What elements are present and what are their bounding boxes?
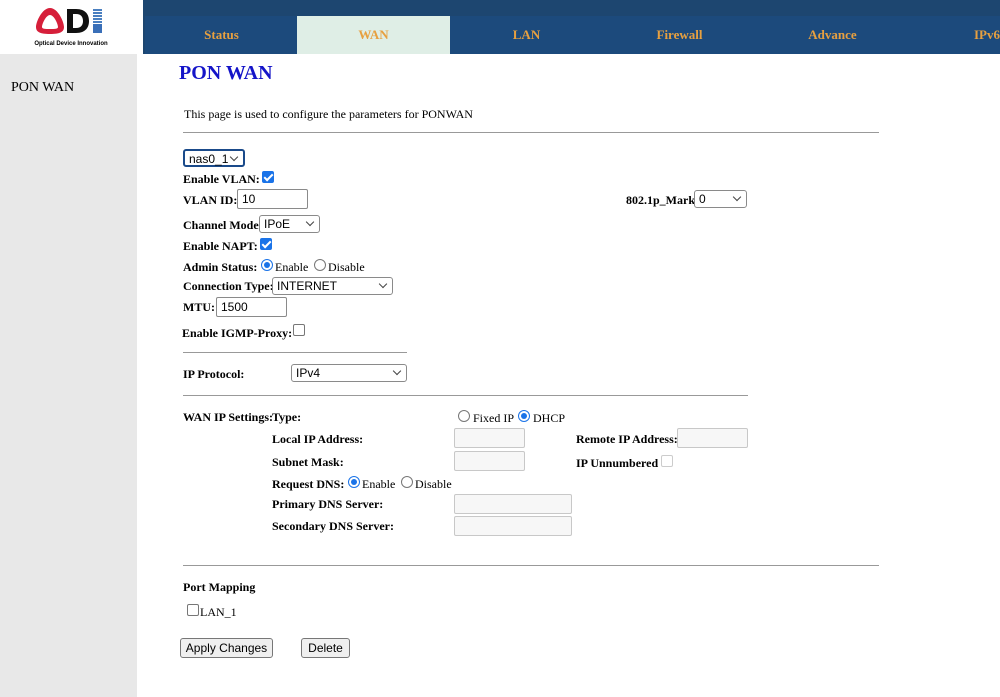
tab-advance[interactable]: Advance xyxy=(756,16,909,54)
tab-label: LAN xyxy=(512,27,541,42)
igmp-checkbox[interactable] xyxy=(293,324,305,336)
tab-label: Advance xyxy=(808,27,857,42)
delete-button[interactable]: Delete xyxy=(301,638,350,658)
divider xyxy=(183,132,879,133)
dhcp-label: DHCP xyxy=(533,411,566,425)
dns-enable-radio[interactable] xyxy=(348,476,360,488)
top-nav: Status WAN LAN Firewall Advance IPv6 xyxy=(143,0,1000,54)
vlan-id-label: VLAN ID: xyxy=(183,193,238,207)
admin-disable-label: Disable xyxy=(328,260,365,274)
lan1-label: LAN_1 xyxy=(200,605,237,619)
remote-ip-input[interactable] xyxy=(677,428,748,448)
odi-logo-icon: Optical Device Innovation xyxy=(34,8,108,47)
fixed-ip-label: Fixed IP xyxy=(473,411,515,425)
enable-napt-checkbox[interactable] xyxy=(260,238,272,250)
primary-dns-label: Primary DNS Server: xyxy=(272,497,384,511)
connection-type-select[interactable]: INTERNET xyxy=(272,277,393,295)
admin-enable-radio[interactable] xyxy=(261,259,273,271)
primary-dns-input[interactable] xyxy=(454,494,572,514)
local-ip-input[interactable] xyxy=(454,428,525,448)
sidebar: PON WAN xyxy=(0,54,137,697)
tab-status[interactable]: Status xyxy=(145,16,298,54)
subnet-mask-label: Subnet Mask: xyxy=(272,455,344,469)
fixed-ip-radio[interactable] xyxy=(458,410,470,422)
divider xyxy=(183,395,748,396)
lan1-checkbox[interactable] xyxy=(187,604,199,616)
divider xyxy=(183,352,407,353)
tab-label: Firewall xyxy=(656,27,703,42)
tab-label: Status xyxy=(204,27,239,42)
enable-vlan-label: Enable VLAN: xyxy=(183,172,260,186)
ip-protocol-label: IP Protocol: xyxy=(183,367,245,381)
channel-mode-select[interactable]: IPoE xyxy=(259,215,320,233)
page-title: PON WAN xyxy=(179,62,273,84)
type-label: Type: xyxy=(272,410,302,424)
channel-mode-label: Channel Mode: xyxy=(183,218,263,232)
page-description: This page is used to configure the param… xyxy=(184,107,473,121)
sidebar-item-pon-wan[interactable]: PON WAN xyxy=(11,80,74,96)
tab-label: IPv6 xyxy=(974,27,1000,42)
dns-disable-label: Disable xyxy=(415,477,452,491)
dhcp-radio[interactable] xyxy=(518,410,530,422)
dns-disable-radio[interactable] xyxy=(401,476,413,488)
apply-changes-button[interactable]: Apply Changes xyxy=(180,638,273,658)
tab-label: WAN xyxy=(358,27,389,42)
secondary-dns-input[interactable] xyxy=(454,516,572,536)
vlan-id-input[interactable]: 10 xyxy=(237,189,308,209)
tab-firewall[interactable]: Firewall xyxy=(603,16,756,54)
wan-ip-settings-label: WAN IP Settings: xyxy=(183,410,274,424)
request-dns-label: Request DNS: xyxy=(272,477,345,491)
local-ip-label: Local IP Address: xyxy=(272,432,364,446)
interface-select[interactable]: nas0_1 xyxy=(183,149,245,167)
ip-protocol-select[interactable]: IPv4 xyxy=(291,364,407,382)
mtu-label: MTU: xyxy=(183,300,215,314)
logo: Optical Device Innovation xyxy=(0,0,143,54)
divider xyxy=(183,565,879,566)
dns-enable-label: Enable xyxy=(362,477,396,491)
mtu-input[interactable]: 1500 xyxy=(216,297,287,317)
mark-select[interactable]: 0 xyxy=(694,190,747,208)
admin-status-label: Admin Status: xyxy=(183,260,258,274)
secondary-dns-label: Secondary DNS Server: xyxy=(272,519,394,533)
ip-unnumbered-checkbox[interactable] xyxy=(661,455,673,467)
tab-lan[interactable]: LAN xyxy=(450,16,603,54)
tab-ipv6[interactable]: IPv6 xyxy=(909,16,1000,54)
igmp-label: Enable IGMP-Proxy: xyxy=(182,326,293,340)
admin-enable-label: Enable xyxy=(275,260,309,274)
ip-unnumbered-label: IP Unnumbered xyxy=(576,456,659,470)
remote-ip-label: Remote IP Address: xyxy=(576,432,678,446)
mark-label: 802.1p_Mark xyxy=(626,193,695,207)
tab-wan[interactable]: WAN xyxy=(297,16,450,54)
admin-disable-radio[interactable] xyxy=(314,259,326,271)
enable-vlan-checkbox[interactable] xyxy=(262,171,274,183)
svg-text:Optical Device Innovation: Optical Device Innovation xyxy=(34,41,108,47)
enable-napt-label: Enable NAPT: xyxy=(183,239,258,253)
subnet-mask-input[interactable] xyxy=(454,451,525,471)
connection-type-label: Connection Type: xyxy=(183,279,274,293)
port-mapping-label: Port Mapping xyxy=(183,580,256,594)
